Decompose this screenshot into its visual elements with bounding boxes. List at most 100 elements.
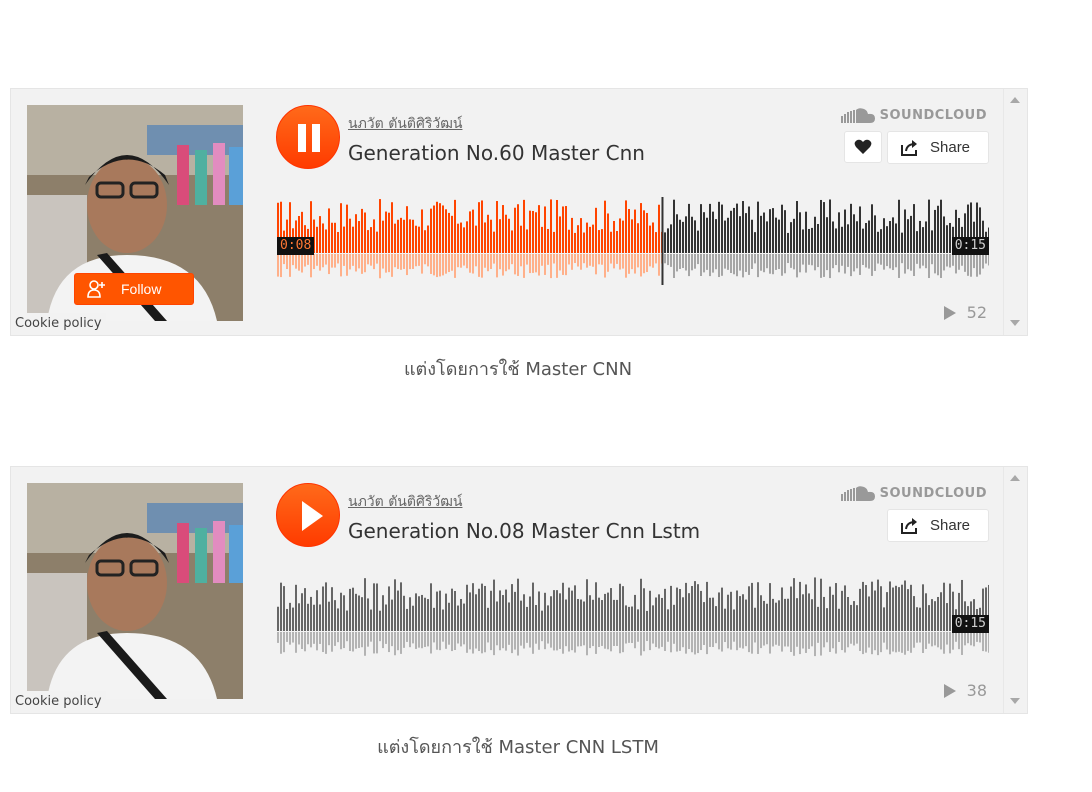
waveform-bar (343, 226, 345, 253)
embed-scrollbar[interactable] (1003, 89, 1027, 335)
waveform-bar (559, 216, 561, 253)
waveform-bar-reflection (904, 254, 906, 274)
waveform-bar (511, 230, 513, 253)
like-button[interactable] (844, 131, 882, 163)
waveform-bar (361, 597, 363, 631)
track-artwork[interactable]: Follow (27, 105, 243, 321)
waveform-bar (829, 199, 831, 253)
share-button[interactable]: Share (887, 131, 989, 164)
waveform-bar (862, 581, 864, 631)
waveform-bar-reflection (763, 254, 765, 273)
waveform-bar (535, 605, 537, 631)
waveform-bar (673, 199, 675, 253)
waveform-bar-reflection (835, 632, 837, 654)
waveform-bar (919, 607, 921, 631)
scroll-up-icon[interactable] (1010, 475, 1020, 481)
track-caption: แต่งโดยการใช้ Master CNN LSTM (377, 737, 659, 758)
waveform-bar-reflection (913, 632, 915, 648)
waveform-bar (448, 602, 450, 631)
waveform-bar (943, 216, 945, 253)
waveform-bar-reflection (559, 254, 561, 271)
waveform-bar-reflection (859, 632, 861, 651)
waveform-bar (382, 595, 384, 631)
embed-scrollbar[interactable] (1003, 467, 1027, 713)
waveform[interactable]: 0:15 (277, 575, 990, 663)
waveform-bar-reflection (406, 254, 408, 276)
waveform-bar-reflection (361, 632, 363, 648)
waveform-bar (517, 204, 519, 253)
follow-button[interactable]: Follow (74, 273, 194, 305)
play-button[interactable] (276, 483, 340, 547)
track-title[interactable]: Generation No.60 Master Cnn (348, 141, 645, 165)
waveform-bar (466, 584, 468, 631)
waveform-bar (460, 598, 462, 631)
waveform-bar-reflection (745, 632, 747, 647)
cookie-policy-link[interactable]: Cookie policy (11, 691, 106, 713)
waveform-bar-reflection (739, 254, 741, 271)
waveform-bar (370, 609, 372, 631)
waveform-bar-reflection (502, 254, 504, 276)
waveform-bar-reflection (328, 254, 330, 275)
waveform-bar-reflection (763, 632, 765, 646)
waveform-bar (505, 589, 507, 631)
artist-username-link[interactable]: นภวัต ตันติศิริวัฒน์ (348, 113, 462, 135)
waveform-bar (301, 593, 303, 631)
soundcloud-logo[interactable]: SOUNDCLOUD (840, 107, 987, 123)
pause-button[interactable] (276, 105, 340, 169)
waveform-bar-reflection (826, 632, 828, 643)
waveform-bar (412, 605, 414, 631)
waveform-bar-reflection (655, 632, 657, 648)
waveform-bar (754, 607, 756, 631)
waveform-bar-reflection (736, 254, 738, 277)
waveform-bar (784, 210, 786, 253)
waveform-bar-reflection (559, 632, 561, 649)
waveform-bar-reflection (304, 632, 306, 652)
waveform-bar (838, 608, 840, 631)
waveform-bar (481, 583, 483, 631)
waveform-bar-reflection (892, 632, 894, 652)
waveform-bar-reflection (532, 632, 534, 654)
waveform-bar-reflection (622, 254, 624, 269)
waveform-bar-reflection (655, 254, 657, 264)
play-icon (302, 501, 323, 531)
scroll-up-icon[interactable] (1010, 97, 1020, 103)
waveform-bar (415, 593, 417, 631)
waveform-bar (739, 216, 741, 253)
waveform-bar-reflection (889, 254, 891, 269)
scroll-down-icon[interactable] (1010, 698, 1020, 704)
waveform-bar (676, 214, 678, 253)
waveform-bar-reflection (937, 632, 939, 648)
waveform-bar-reflection (730, 254, 732, 273)
waveform-bar (874, 215, 876, 253)
waveform-bar-reflection (322, 254, 324, 268)
waveform-bar (805, 584, 807, 631)
cookie-policy-link[interactable]: Cookie policy (11, 313, 106, 335)
waveform-bar (880, 586, 882, 631)
share-button[interactable]: Share (887, 509, 989, 542)
artist-username-link[interactable]: นภวัต ตันติศิริวัฒน์ (348, 491, 462, 513)
waveform-bar (511, 584, 513, 631)
waveform-bar (514, 591, 516, 631)
waveform-bar-reflection (610, 632, 612, 652)
soundcloud-logo[interactable]: SOUNDCLOUD (840, 485, 987, 501)
waveform[interactable]: 0:08 0:15 (277, 197, 990, 285)
waveform-bar-reflection (718, 254, 720, 278)
waveform-bar-reflection (307, 254, 309, 265)
waveform-bar-reflection (670, 632, 672, 653)
waveform-bar-reflection (985, 254, 987, 264)
waveform-bar-reflection (853, 632, 855, 646)
waveform-bar (385, 604, 387, 631)
waveform-bar-reflection (649, 632, 651, 651)
scroll-down-icon[interactable] (1010, 320, 1020, 326)
waveform-bar-reflection (439, 632, 441, 651)
waveform-bar (685, 582, 687, 631)
waveform-bar (844, 209, 846, 253)
waveform-bar (826, 608, 828, 631)
track-title[interactable]: Generation No.08 Master Cnn Lstm (348, 519, 700, 543)
waveform-bar (313, 604, 315, 631)
waveform-bar (346, 204, 348, 253)
track-artwork[interactable] (27, 483, 243, 699)
waveform-bar (799, 581, 801, 631)
waveform-bar-reflection (673, 632, 675, 644)
waveform-bar-reflection (844, 632, 846, 653)
